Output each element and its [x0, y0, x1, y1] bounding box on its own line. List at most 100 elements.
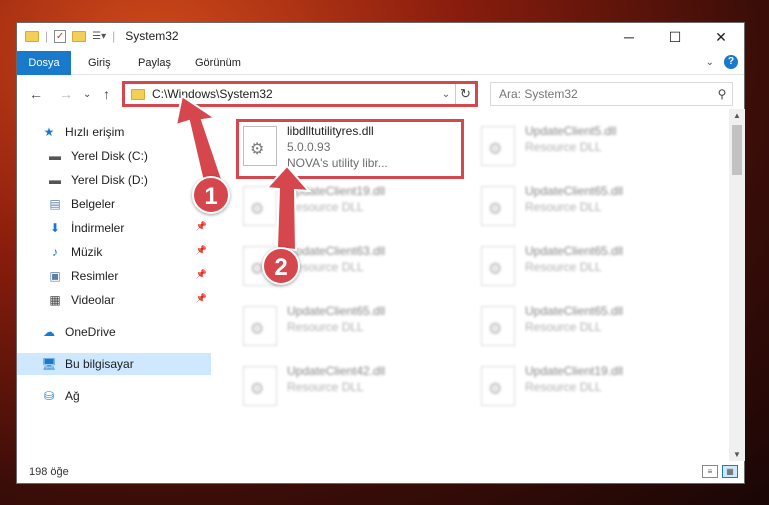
sidebar-item-label: Belgeler	[71, 197, 116, 211]
dll-file-icon	[481, 126, 515, 166]
sidebar-item-label: Yerel Disk (C:)	[71, 149, 148, 163]
ribbon-tabs: Dosya Giriş Paylaş Görünüm ⌄ ?	[17, 51, 744, 75]
file-item[interactable]: UpdateClient65.dll Resource DLL	[475, 240, 700, 298]
file-name: UpdateClient65.dll	[525, 244, 624, 258]
navigation-pane: ★ Hızlı erişim ▬ Yerel Disk (C:) ▬ Yerel…	[17, 115, 211, 459]
file-name: UpdateClient63.dll	[287, 244, 386, 258]
address-path[interactable]: C:\Windows\System32	[152, 87, 437, 101]
callout-2: 2	[262, 247, 300, 285]
title-bar: | ✓ ☰▾ | System32 ─ ☐ ✕	[17, 23, 744, 51]
video-icon: ▦	[49, 293, 61, 307]
folder-icon	[25, 30, 39, 42]
customize-toolbar-icon[interactable]: ☰▾	[92, 31, 106, 42]
view-switcher: ≡ ▦	[702, 465, 738, 478]
callout-1: 1	[192, 176, 230, 214]
window-controls: ─ ☐ ✕	[606, 23, 744, 51]
sidebar-item-videos[interactable]: ▦ Videolar 📌	[17, 289, 211, 311]
search-icon[interactable]: ⚲	[712, 87, 732, 101]
file-name: UpdateClient65.dll	[525, 184, 624, 198]
chevron-down-icon[interactable]: ⌄	[437, 89, 455, 100]
file-description: Resource DLL	[287, 380, 364, 394]
sidebar-item-label: Ağ	[65, 389, 80, 403]
dll-file-icon	[481, 366, 515, 406]
vertical-scrollbar[interactable]: ▲ ▼	[729, 109, 745, 461]
file-item[interactable]: UpdateClient19.dll Resource DLL	[475, 360, 700, 418]
sidebar-item-drive-d[interactable]: ▬ Yerel Disk (D:)	[17, 169, 211, 191]
pin-icon[interactable]: 📌	[196, 221, 207, 232]
back-icon[interactable]: ←	[29, 86, 43, 102]
file-description: Resource DLL	[525, 140, 602, 154]
file-description: Resource DLL	[525, 200, 602, 214]
drive-icon: ▬	[49, 173, 61, 187]
quick-access-toolbar: | ✓ ☰▾ | System32	[25, 29, 179, 43]
documents-icon: ▤	[49, 197, 61, 211]
pin-icon[interactable]: 📌	[196, 293, 207, 304]
sidebar-item-onedrive[interactable]: ☁ OneDrive	[17, 321, 211, 343]
tab-view[interactable]: Görünüm	[195, 51, 241, 75]
tab-share[interactable]: Paylaş	[138, 51, 171, 75]
pictures-icon: ▣	[49, 269, 61, 283]
properties-icon[interactable]: ✓	[54, 29, 67, 43]
dll-file-icon	[481, 306, 515, 346]
dll-file-icon	[481, 186, 515, 226]
separator: |	[112, 29, 116, 43]
navigation-bar: ← → ⌄ ↑ C:\Windows\System32 ⌄ ↻ ⚲	[17, 79, 744, 109]
tab-home[interactable]: Giriş	[88, 51, 111, 75]
file-item[interactable]: UpdateClient5.dll Resource DLL	[475, 120, 700, 178]
sidebar-item-network[interactable]: ⛁ Ağ	[17, 385, 211, 407]
minimize-button[interactable]: ─	[606, 23, 652, 51]
file-description: Resource DLL	[525, 320, 602, 334]
pin-icon[interactable]: 📌	[196, 245, 207, 256]
help-icon[interactable]: ?	[724, 55, 738, 69]
scrollbar-thumb[interactable]	[732, 125, 742, 175]
sidebar-item-pictures[interactable]: ▣ Resimler 📌	[17, 265, 211, 287]
recent-locations-icon[interactable]: ⌄	[83, 89, 91, 100]
file-item[interactable]: UpdateClient65.dll Resource DLL	[475, 180, 700, 238]
highlight-box	[236, 119, 464, 179]
refresh-icon[interactable]: ↻	[455, 84, 475, 104]
sidebar-item-quick-access[interactable]: ★ Hızlı erişim	[17, 121, 211, 143]
sidebar-item-label: Müzik	[71, 245, 103, 259]
tiles-view-icon[interactable]: ▦	[722, 465, 738, 478]
separator: |	[45, 29, 49, 43]
sidebar-item-this-pc[interactable]: 🖥 Bu bilgisayar	[17, 353, 211, 375]
sidebar-item-label: Resimler	[71, 269, 119, 283]
file-name: UpdateClient19.dll	[287, 184, 386, 198]
file-item[interactable]: UpdateClient65.dll Resource DLL	[475, 300, 700, 358]
new-folder-icon[interactable]	[72, 30, 87, 42]
search-input[interactable]	[499, 87, 712, 101]
sidebar-item-documents[interactable]: ▤ Belgeler	[17, 193, 211, 215]
file-description: Resource DLL	[287, 320, 364, 334]
search-box[interactable]: ⚲	[490, 82, 733, 106]
sidebar-item-downloads[interactable]: ⬇ İndirmeler 📌	[17, 217, 211, 239]
tab-file[interactable]: Dosya	[17, 51, 71, 75]
scroll-up-icon[interactable]: ▲	[729, 111, 745, 120]
file-item[interactable]: UpdateClient65.dll Resource DLL	[237, 300, 462, 358]
window-title: System32	[125, 29, 179, 43]
sidebar-item-drive-c[interactable]: ▬ Yerel Disk (C:)	[17, 145, 211, 167]
up-icon[interactable]: ↑	[103, 86, 110, 102]
file-item[interactable]: UpdateClient19.dll Resource DLL	[237, 180, 462, 238]
sidebar-item-label: Hızlı erişim	[65, 125, 125, 139]
sidebar-item-label: Bu bilgisayar	[65, 357, 134, 371]
file-description: Resource DLL	[287, 260, 364, 274]
pin-icon[interactable]: 📌	[196, 269, 207, 280]
details-view-icon[interactable]: ≡	[702, 465, 718, 478]
maximize-button[interactable]: ☐	[652, 23, 698, 51]
status-bar: 198 öğe ≡ ▦	[17, 461, 744, 483]
ribbon-right: ⌄ ?	[706, 55, 738, 69]
close-button[interactable]: ✕	[698, 23, 744, 51]
explorer-window: | ✓ ☰▾ | System32 ─ ☐ ✕ Dosya Giriş Payl…	[16, 22, 745, 484]
sidebar-item-label: Yerel Disk (D:)	[71, 173, 148, 187]
sidebar-item-label: Videolar	[71, 293, 115, 307]
sidebar-item-music[interactable]: ♪ Müzik 📌	[17, 241, 211, 263]
file-description: Resource DLL	[525, 260, 602, 274]
address-bar[interactable]: C:\Windows\System32 ⌄ ↻	[122, 81, 478, 107]
scroll-down-icon[interactable]: ▼	[729, 450, 745, 459]
file-item[interactable]: UpdateClient42.dll Resource DLL	[237, 360, 462, 418]
forward-icon[interactable]: →	[59, 86, 73, 102]
dll-file-icon	[243, 186, 277, 226]
cloud-icon: ☁	[43, 325, 55, 339]
expand-ribbon-icon[interactable]: ⌄	[706, 57, 714, 68]
sidebar-item-label: İndirmeler	[71, 221, 125, 235]
